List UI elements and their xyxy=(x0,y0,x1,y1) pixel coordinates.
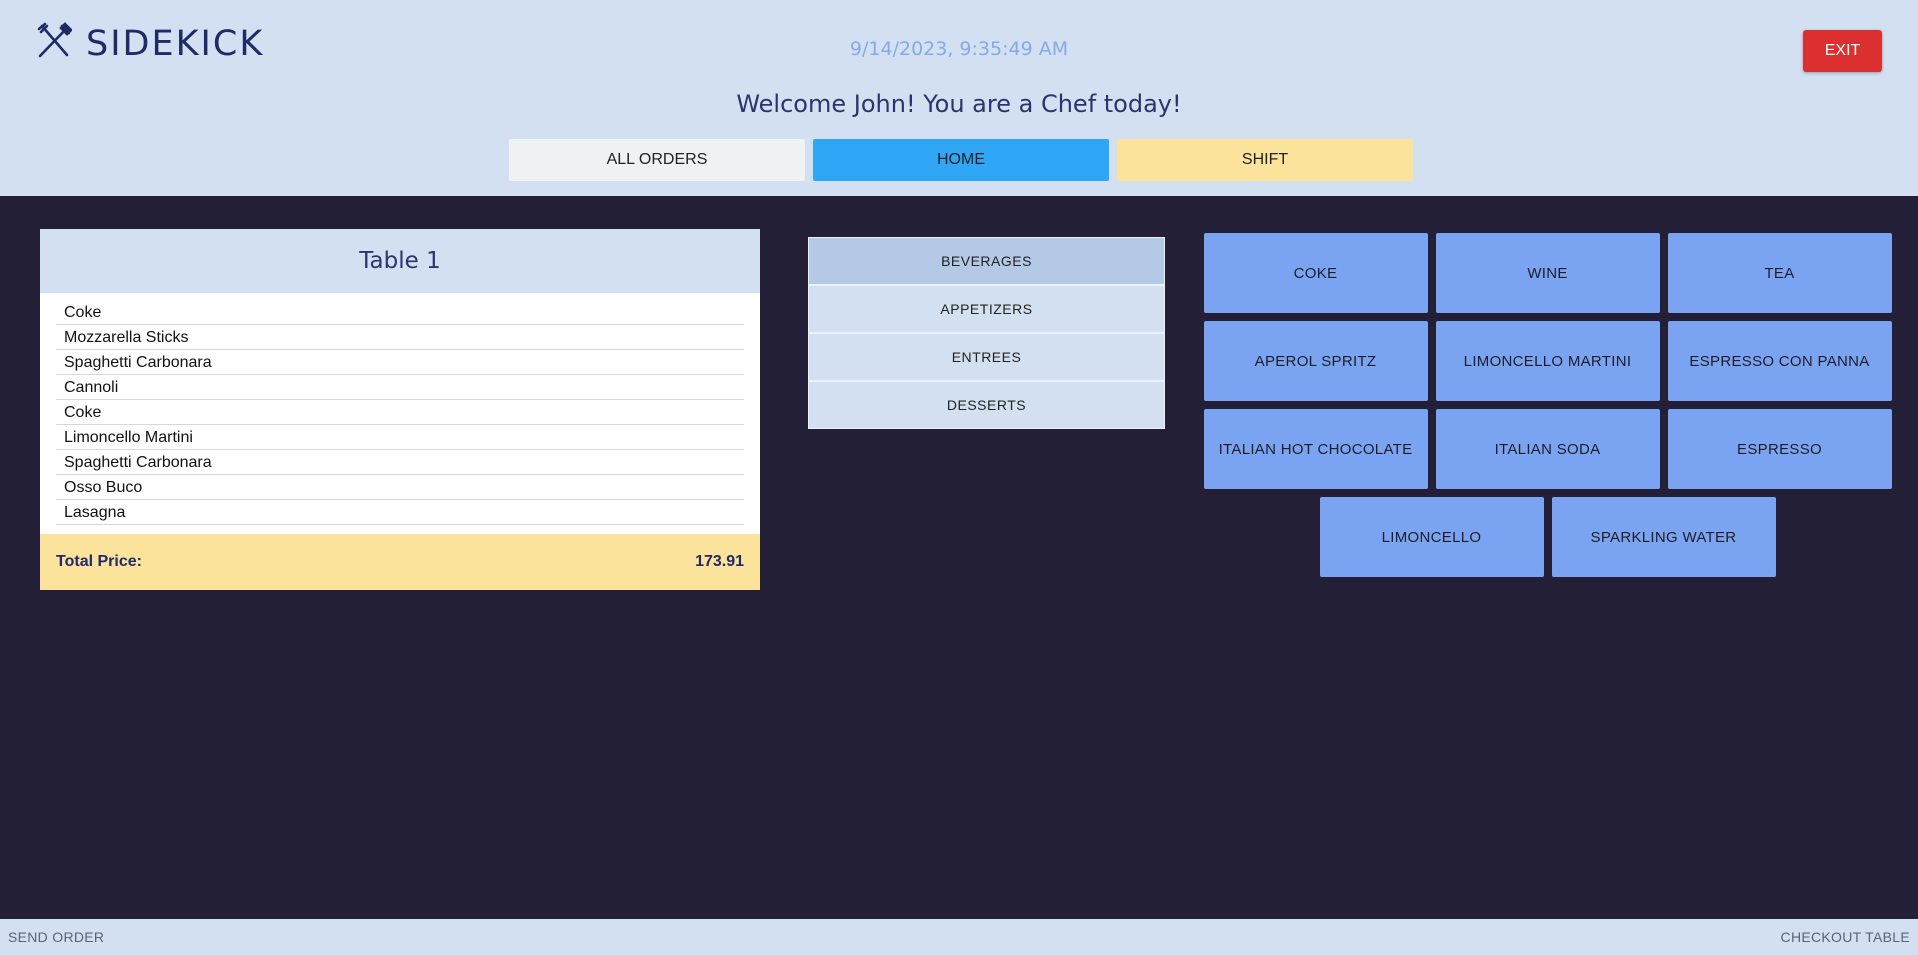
menu-item-tea[interactable]: TEA xyxy=(1667,233,1892,313)
order-item[interactable]: Osso Buco xyxy=(56,475,744,500)
menu-items-grid: COKE WINE TEA APEROL SPRITZ LIMONCELLO M… xyxy=(1203,233,1892,577)
order-items-list: Coke Mozzarella Sticks Spaghetti Carbona… xyxy=(40,300,760,525)
home-button[interactable]: HOME xyxy=(813,139,1109,181)
menu-item-italian-soda[interactable]: ITALIAN SODA xyxy=(1435,409,1660,489)
order-item[interactable]: Coke xyxy=(56,300,744,325)
menu-item-wine[interactable]: WINE xyxy=(1435,233,1660,313)
shift-button[interactable]: SHIFT xyxy=(1117,139,1413,181)
checkout-table-button[interactable]: CHECKOUT TABLE xyxy=(1781,929,1910,945)
menu-item-coke[interactable]: COKE xyxy=(1203,233,1428,313)
menu-item-limoncello-martini[interactable]: LIMONCELLO MARTINI xyxy=(1435,321,1660,401)
menu-item-espresso[interactable]: ESPRESSO xyxy=(1667,409,1892,489)
menu-item-italian-hot-chocolate[interactable]: ITALIAN HOT CHOCOLATE xyxy=(1203,409,1428,489)
menu-item-sparkling-water[interactable]: SPARKLING WATER xyxy=(1551,497,1776,577)
menu-item-limoncello[interactable]: LIMONCELLO xyxy=(1319,497,1544,577)
footer-bar: SEND ORDER CHECKOUT TABLE xyxy=(0,919,1918,955)
category-desserts[interactable]: DESSERTS xyxy=(808,381,1165,429)
order-item[interactable]: Coke xyxy=(56,400,744,425)
welcome-message: Welcome John! You are a Chef today! xyxy=(736,90,1182,118)
exit-button[interactable]: EXIT xyxy=(1803,30,1882,72)
table-title: Table 1 xyxy=(40,229,760,293)
order-item[interactable]: Lasagna xyxy=(56,500,744,525)
header-bar: SIDEKICK 9/14/2023, 9:35:49 AM EXIT Welc… xyxy=(0,0,1918,196)
send-order-button[interactable]: SEND ORDER xyxy=(8,929,104,945)
current-datetime: 9/14/2023, 9:35:49 AM xyxy=(849,38,1069,60)
order-item[interactable]: Spaghetti Carbonara xyxy=(56,350,744,375)
total-price-label: Total Price: xyxy=(56,553,142,570)
order-item[interactable]: Cannoli xyxy=(56,375,744,400)
order-item[interactable]: Spaghetti Carbonara xyxy=(56,450,744,475)
all-orders-button[interactable]: ALL ORDERS xyxy=(509,139,805,181)
menu-item-aperol-spritz[interactable]: APEROL SPRITZ xyxy=(1203,321,1428,401)
order-item[interactable]: Limoncello Martini xyxy=(56,425,744,450)
order-item[interactable]: Mozzarella Sticks xyxy=(56,325,744,350)
menu-item-espresso-con-panna[interactable]: ESPRESSO CON PANNA xyxy=(1667,321,1892,401)
category-list: BEVERAGES APPETIZERS ENTREES DESSERTS xyxy=(808,237,1165,429)
order-panel: Table 1 Coke Mozzarella Sticks Spaghetti… xyxy=(40,229,760,590)
category-beverages[interactable]: BEVERAGES xyxy=(808,237,1165,285)
total-price-bar: Total Price: 173.91 xyxy=(40,534,760,590)
category-appetizers[interactable]: APPETIZERS xyxy=(808,285,1165,333)
total-price-value: 173.91 xyxy=(695,553,744,570)
category-entrees[interactable]: ENTREES xyxy=(808,333,1165,381)
main-nav: ALL ORDERS HOME SHIFT xyxy=(509,139,1413,181)
